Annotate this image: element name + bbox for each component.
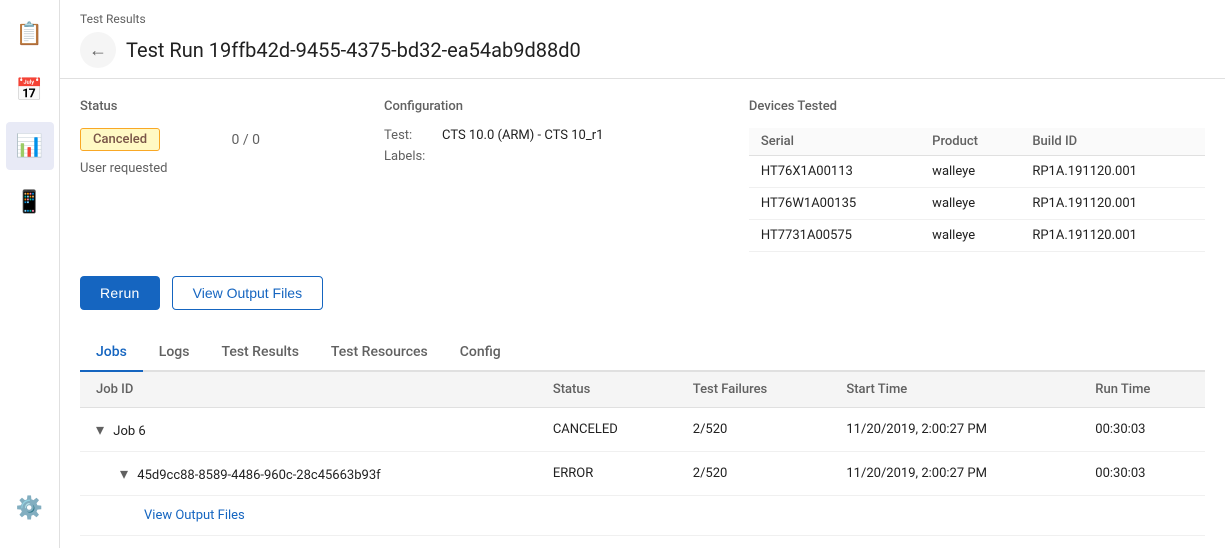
content-area: Status Canceled User requested 0 / 0 Con… bbox=[60, 79, 1225, 548]
device-serial: HT7731A00575 bbox=[749, 220, 920, 252]
view-output-link[interactable]: View Output Files bbox=[144, 508, 245, 523]
view-output-button[interactable]: View Output Files bbox=[172, 276, 323, 310]
clipboard-icon: 📋 bbox=[16, 22, 43, 47]
sidebar: 📋 📅 📊 📱 ⚙️ bbox=[0, 0, 60, 548]
status-block: Status Canceled User requested 0 / 0 bbox=[80, 99, 384, 252]
jobs-table-header: Job ID Status Test Failures Start Time R… bbox=[80, 372, 1205, 408]
chevron-down-icon[interactable]: ▾ bbox=[96, 420, 104, 439]
table-row: HT76X1A00113 walleye RP1A.191120.001 bbox=[749, 156, 1205, 188]
table-row: ▾ 45d9cc88-8589-4486-960c-28c45663b93f E… bbox=[80, 452, 1205, 496]
job-id-label: Job 6 bbox=[113, 424, 145, 439]
config-label-labels: Labels: bbox=[384, 149, 434, 164]
config-block: Configuration Test: CTS 10.0 (ARM) - CTS… bbox=[384, 99, 749, 252]
job-runtime-cell: 00:30:03 bbox=[1079, 408, 1205, 452]
actions-row: Rerun View Output Files bbox=[80, 276, 1205, 310]
status-badge: Canceled bbox=[80, 128, 160, 151]
tab-logs[interactable]: Logs bbox=[143, 334, 206, 372]
rerun-button[interactable]: Rerun bbox=[80, 276, 160, 310]
info-section: Status Canceled User requested 0 / 0 Con… bbox=[80, 99, 1205, 252]
devices-table-header: Serial Product Build ID bbox=[749, 128, 1205, 156]
status-detail: Canceled User requested bbox=[80, 128, 167, 176]
device-product: walleye bbox=[920, 220, 1020, 252]
table-row: HT76W1A00135 walleye RP1A.191120.001 bbox=[749, 188, 1205, 220]
device-build-id: RP1A.191120.001 bbox=[1020, 156, 1205, 188]
sub-job-runtime-cell: 00:30:03 bbox=[1079, 452, 1205, 496]
col-run-time: Run Time bbox=[1079, 372, 1205, 408]
sub-job-id-label: 45d9cc88-8589-4486-960c-28c45663b93f bbox=[137, 468, 380, 483]
header: Test Results ← Test Run 19ffb42d-9455-43… bbox=[60, 0, 1225, 79]
sub-job-id-cell: ▾ 45d9cc88-8589-4486-960c-28c45663b93f bbox=[80, 452, 537, 496]
page-title: Test Run 19ffb42d-9455-4375-bd32-ea54ab9… bbox=[126, 38, 581, 62]
sidebar-item-clipboard[interactable]: 📋 bbox=[6, 10, 54, 58]
sub-job-start-cell: 11/20/2019, 2:00:27 PM bbox=[830, 452, 1079, 496]
job-failures-cell: 2/520 bbox=[677, 408, 831, 452]
back-button[interactable]: ← bbox=[80, 32, 116, 68]
device-build-id: RP1A.191120.001 bbox=[1020, 220, 1205, 252]
config-row-labels: Labels: bbox=[384, 149, 749, 164]
status-sub-label: User requested bbox=[80, 161, 167, 176]
config-row-test: Test: CTS 10.0 (ARM) - CTS 10_r1 bbox=[384, 128, 749, 143]
devices-title: Devices Tested bbox=[749, 99, 1205, 114]
table-row: View Output Files bbox=[80, 496, 1205, 536]
jobs-table: Job ID Status Test Failures Start Time R… bbox=[80, 372, 1205, 536]
status-row: Canceled User requested 0 / 0 bbox=[80, 128, 384, 176]
main-content: Test Results ← Test Run 19ffb42d-9455-43… bbox=[60, 0, 1225, 548]
device-product: walleye bbox=[920, 188, 1020, 220]
config-value-test: CTS 10.0 (ARM) - CTS 10_r1 bbox=[442, 128, 603, 143]
sub-job-failures-cell: 2/520 bbox=[677, 452, 831, 496]
tab-test-resources[interactable]: Test Resources bbox=[315, 334, 444, 372]
col-test-failures: Test Failures bbox=[677, 372, 831, 408]
job-status-cell: CANCELED bbox=[537, 408, 677, 452]
device-build-id: RP1A.191120.001 bbox=[1020, 188, 1205, 220]
col-serial: Serial bbox=[749, 128, 920, 156]
table-row: HT7731A00575 walleye RP1A.191120.001 bbox=[749, 220, 1205, 252]
devices-block: Devices Tested Serial Product Build ID H… bbox=[749, 99, 1205, 252]
sidebar-item-phone[interactable]: 📱 bbox=[6, 178, 54, 226]
tab-test-results[interactable]: Test Results bbox=[205, 334, 314, 372]
calendar-icon: 📅 bbox=[16, 78, 43, 103]
chevron-down-icon[interactable]: ▾ bbox=[120, 464, 128, 483]
settings-icon: ⚙️ bbox=[16, 496, 43, 521]
breadcrumb: Test Results bbox=[80, 12, 1205, 26]
col-job-id: Job ID bbox=[80, 372, 537, 408]
device-serial: HT76X1A00113 bbox=[749, 156, 920, 188]
col-product: Product bbox=[920, 128, 1020, 156]
sub-job-status-cell: ERROR bbox=[537, 452, 677, 496]
sidebar-item-calendar[interactable]: 📅 bbox=[6, 66, 54, 114]
config-label-test: Test: bbox=[384, 128, 434, 143]
device-product: walleye bbox=[920, 156, 1020, 188]
sidebar-item-settings[interactable]: ⚙️ bbox=[6, 484, 54, 532]
col-start-time: Start Time bbox=[830, 372, 1079, 408]
tab-config[interactable]: Config bbox=[444, 334, 517, 372]
view-output-cell: View Output Files bbox=[80, 496, 1205, 536]
config-title: Configuration bbox=[384, 99, 749, 114]
phone-icon: 📱 bbox=[16, 190, 43, 215]
status-title: Status bbox=[80, 99, 384, 114]
tabs: Jobs Logs Test Results Test Resources Co… bbox=[80, 334, 1205, 372]
devices-table: Serial Product Build ID HT76X1A00113 wal… bbox=[749, 128, 1205, 252]
sidebar-item-chart[interactable]: 📊 bbox=[6, 122, 54, 170]
tab-jobs[interactable]: Jobs bbox=[80, 334, 143, 372]
job-id-cell: ▾ Job 6 bbox=[80, 408, 537, 452]
progress-text: 0 / 0 bbox=[231, 128, 259, 148]
col-build-id: Build ID bbox=[1020, 128, 1205, 156]
job-start-cell: 11/20/2019, 2:00:27 PM bbox=[830, 408, 1079, 452]
device-serial: HT76W1A00135 bbox=[749, 188, 920, 220]
chart-icon: 📊 bbox=[16, 134, 43, 159]
table-row: ▾ Job 6 CANCELED 2/520 11/20/2019, 2:00:… bbox=[80, 408, 1205, 452]
title-row: ← Test Run 19ffb42d-9455-4375-bd32-ea54a… bbox=[80, 32, 1205, 68]
col-status: Status bbox=[537, 372, 677, 408]
